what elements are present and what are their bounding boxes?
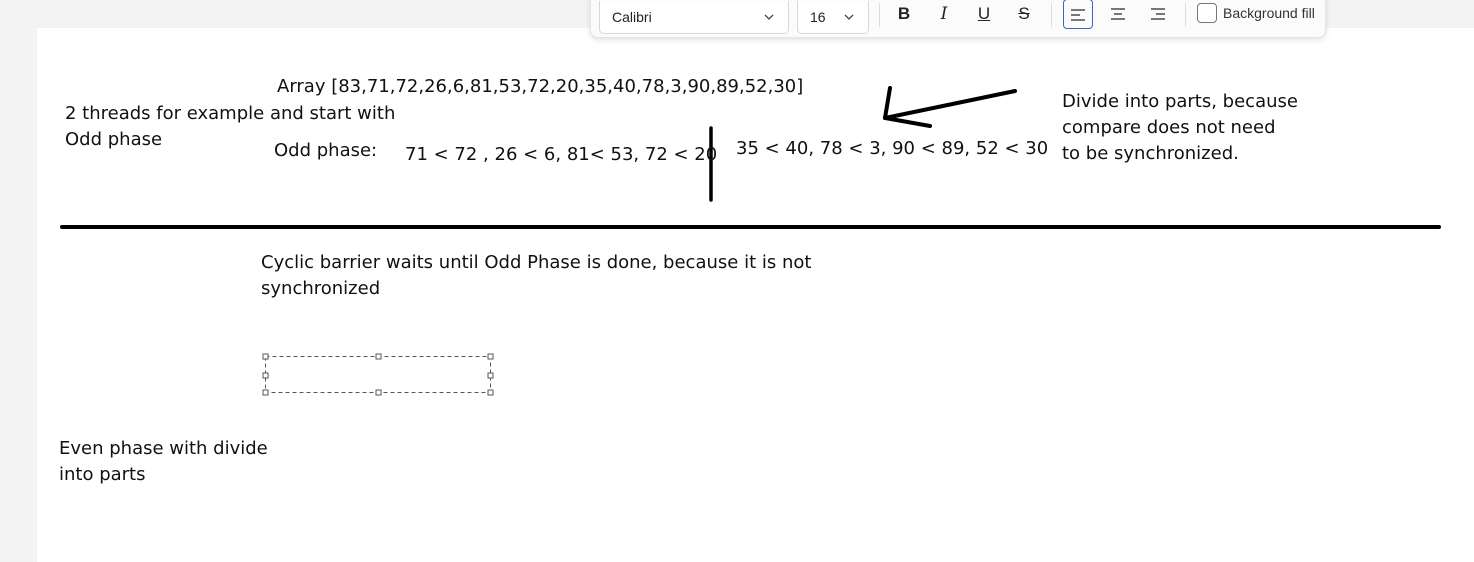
array-text[interactable]: Array [83,71,72,26,6,81,53,72,20,35,40,7… [277, 74, 803, 100]
arrow-stroke [883, 86, 1017, 128]
selection-box [262, 353, 494, 396]
divide-text-line2[interactable]: compare does not need [1062, 115, 1276, 141]
italic-button[interactable]: I [929, 0, 959, 29]
toolbar-separator [1185, 3, 1186, 27]
text-format-toolbar: Calibri 16 B I U S Background fill [590, 0, 1326, 38]
even-phase-text-line2[interactable]: into parts [59, 462, 146, 488]
align-left-icon [1071, 9, 1085, 21]
threads-text-line1[interactable]: 2 threads for example and start with [65, 101, 395, 127]
divide-text-line1[interactable]: Divide into parts, because [1062, 89, 1298, 115]
odd-phase-part1[interactable]: 71 < 72 , 26 < 6, 81< 53, 72 < 20 [405, 142, 717, 168]
even-phase-text-line1[interactable]: Even phase with divide [59, 436, 268, 462]
align-center-button[interactable] [1103, 0, 1133, 29]
barrier-text-line1[interactable]: Cyclic barrier waits until Odd Phase is … [261, 250, 811, 276]
bold-button[interactable]: B [889, 0, 919, 29]
odd-phase-part2[interactable]: 35 < 40, 78 < 3, 90 < 89, 52 < 30 [736, 136, 1048, 162]
align-center-icon [1111, 8, 1125, 20]
toolbar-separator [879, 3, 880, 27]
toolbar-separator [1051, 3, 1052, 27]
background-fill-checkbox[interactable] [1197, 3, 1217, 23]
barrier-text-line2[interactable]: synchronized [261, 276, 380, 302]
font-family-value: Calibri [612, 9, 652, 25]
chevron-down-icon [844, 14, 854, 20]
strikethrough-button[interactable]: S [1009, 0, 1039, 29]
font-size-select[interactable]: 16 [797, 1, 869, 34]
font-family-select[interactable]: Calibri [599, 1, 789, 34]
align-left-button[interactable] [1063, 0, 1093, 29]
font-size-value: 16 [810, 9, 826, 25]
underline-button[interactable]: U [969, 0, 999, 29]
align-right-button[interactable] [1143, 0, 1173, 29]
odd-phase-label[interactable]: Odd phase: [274, 138, 377, 164]
threads-text-line2[interactable]: Odd phase [65, 127, 162, 153]
divide-text-line3[interactable]: to be synchronized. [1062, 141, 1239, 167]
chevron-down-icon [764, 14, 774, 20]
background-fill-label[interactable]: Background fill [1223, 3, 1315, 23]
align-right-icon [1151, 8, 1165, 20]
